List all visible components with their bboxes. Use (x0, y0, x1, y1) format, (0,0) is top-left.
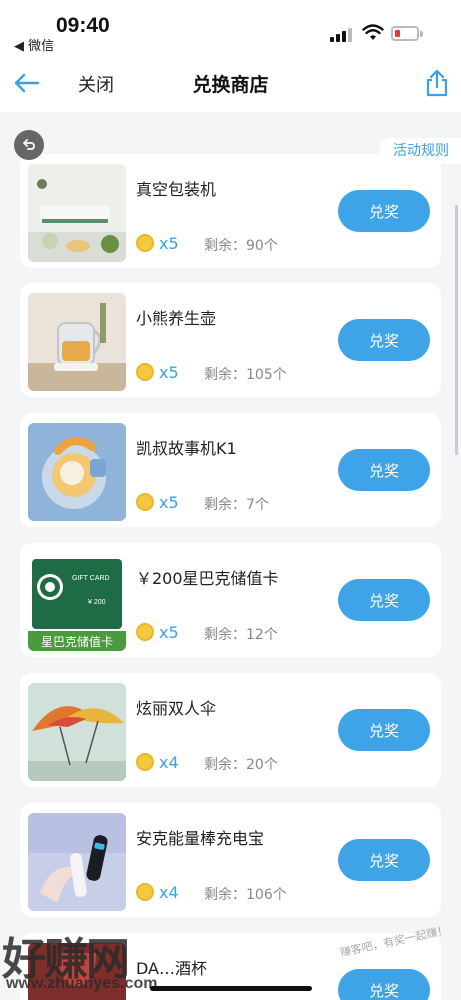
back-to-wechat-link[interactable]: ◀ 微信 (14, 35, 54, 54)
product-image-starbucks-card: GIFT CARD ¥ 200 星巴克储值卡 (28, 553, 126, 651)
product-image-story-machine (28, 423, 126, 521)
page-title: 兑换商店 (192, 74, 269, 96)
prize-name: 炫丽双人伞 (136, 699, 217, 718)
prize-card: 炫丽双人伞 x4 剩余： 20个 兑奖 (20, 673, 441, 787)
prize-cost: x5 (159, 234, 179, 253)
redeem-button[interactable]: 兑奖 (338, 579, 430, 621)
prize-cost: x4 (159, 753, 179, 772)
prize-card: 安克能量棒充电宝 x4 剩余： 106个 兑奖 (20, 803, 441, 917)
share-icon[interactable] (423, 68, 451, 98)
coin-icon (136, 623, 154, 641)
prize-cost: x5 (159, 363, 179, 382)
signal-icon (330, 26, 352, 42)
home-indicator[interactable] (150, 986, 312, 991)
prize-name: 凯叔故事机K1 (136, 439, 237, 458)
stock-count: 106个 (246, 887, 287, 903)
product-image-health-kettle (28, 293, 126, 391)
stock-count: 90个 (246, 238, 278, 254)
product-image-vacuum-sealer (28, 164, 126, 262)
wifi-icon (362, 24, 384, 40)
prize-name: ￥200星巴克储值卡 (136, 569, 279, 588)
prize-cost: x5 (159, 493, 179, 512)
redeem-button[interactable]: 兑奖 (338, 190, 430, 232)
coin-icon (136, 234, 154, 252)
prize-name: DA…酒杯 (136, 959, 207, 978)
redeem-button[interactable]: 兑奖 (338, 449, 430, 491)
scrollbar[interactable] (455, 205, 458, 455)
stock-label: 剩余： (204, 497, 246, 513)
prize-name: 真空包装机 (136, 180, 217, 199)
redeem-button[interactable]: 兑奖 (338, 319, 430, 361)
prize-card: 真空包装机 x5 剩余： 90个 兑奖 (20, 154, 441, 268)
prize-cost: x5 (159, 623, 179, 642)
activity-rules-link[interactable]: 活动规则 (379, 138, 461, 164)
prize-name: 小熊养生壶 (136, 309, 217, 328)
product-image-umbrella (28, 683, 126, 781)
stock-count: 7个 (246, 497, 269, 513)
stock-label: 剩余： (204, 757, 246, 773)
status-time: 09:40 (56, 14, 110, 37)
status-bar: 09:40 ◀ 微信 (0, 0, 461, 56)
battery-icon (391, 26, 423, 41)
prize-card: 小熊养生壶 x5 剩余： 105个 兑奖 (20, 283, 441, 397)
redeem-button[interactable]: 兑奖 (338, 969, 430, 1000)
prize-card: GIFT CARD ¥ 200 星巴克储值卡 ￥200星巴克储值卡 x5 剩余：… (20, 543, 441, 657)
nav-bar: 关闭 兑换商店 (0, 56, 461, 112)
prize-name: 安克能量棒充电宝 (136, 829, 265, 848)
gift-card-value: ¥ 200 (88, 599, 106, 606)
stock-count: 20个 (246, 757, 278, 773)
stock-count: 105个 (246, 367, 287, 383)
stock-label: 剩余： (204, 238, 246, 254)
stock-label: 剩余： (204, 627, 246, 643)
coin-icon (136, 493, 154, 511)
stock-count: 12个 (246, 627, 278, 643)
coin-icon (136, 883, 154, 901)
coin-icon (136, 363, 154, 381)
floating-back-button[interactable] (14, 130, 44, 160)
coin-icon (136, 753, 154, 771)
stock-label: 剩余： (204, 887, 246, 903)
thumb-caption: 星巴克储值卡 (40, 635, 113, 649)
product-image-power-bank (28, 813, 126, 911)
stock-label: 剩余： (204, 367, 246, 383)
redeem-button[interactable]: 兑奖 (338, 709, 430, 751)
product-image-wine-glass (28, 943, 126, 1000)
redeem-button[interactable]: 兑奖 (338, 839, 430, 881)
prize-card: 凯叔故事机K1 x5 剩余： 7个 兑奖 (20, 413, 441, 527)
return-icon (23, 139, 35, 150)
prize-cost: x4 (159, 883, 179, 902)
gift-card-title: GIFT CARD (72, 575, 110, 582)
